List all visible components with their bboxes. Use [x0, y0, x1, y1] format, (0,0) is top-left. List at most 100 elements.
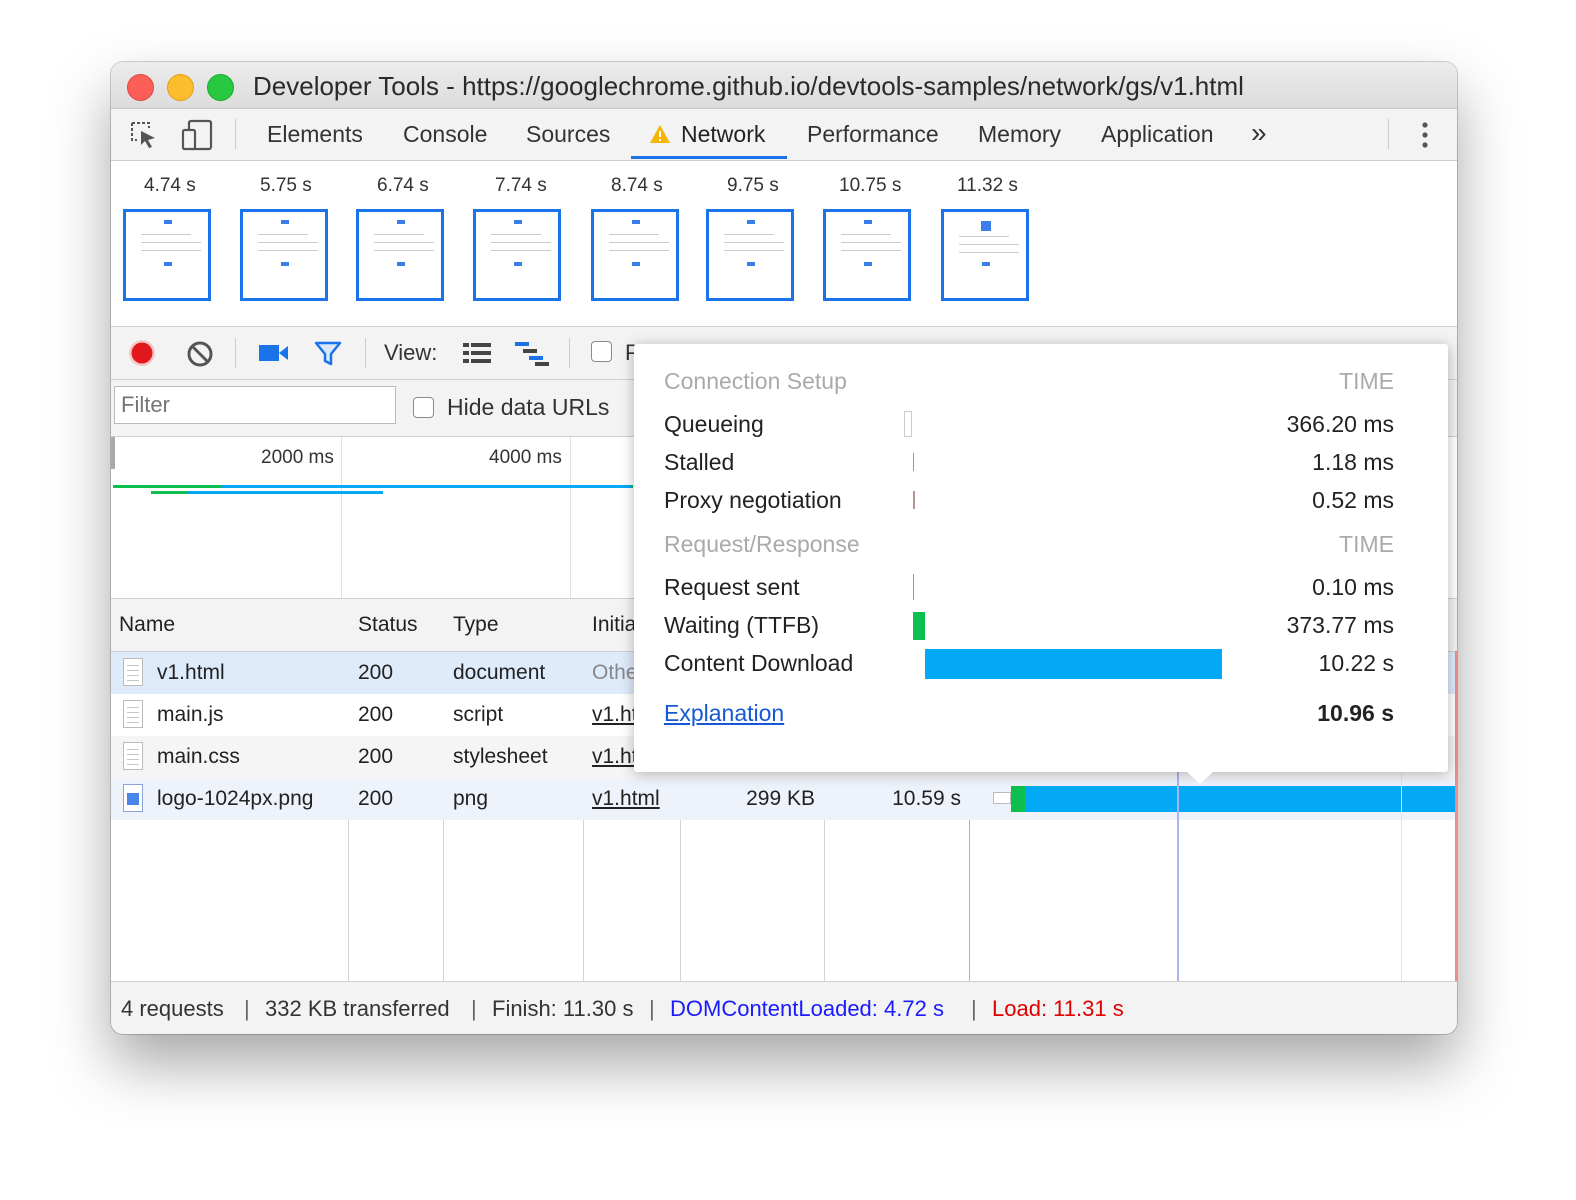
timing-total-row: Explanation 10.96 s — [664, 700, 1394, 732]
tab-memory[interactable]: Memory — [978, 121, 1061, 148]
tab-performance[interactable]: Performance — [807, 121, 939, 148]
request-size: 299 KB — [746, 787, 815, 810]
explanation-link[interactable]: Explanation — [664, 700, 784, 727]
request-type: stylesheet — [453, 745, 548, 768]
tab-separator — [1388, 119, 1389, 149]
timing-value: 373.77 ms — [1286, 612, 1394, 638]
load-marker — [1455, 651, 1457, 981]
capture-screenshots-icon[interactable] — [259, 343, 289, 363]
request-name: main.css — [157, 745, 240, 768]
document-file-icon — [123, 658, 143, 686]
frame-time: 5.75 s — [260, 175, 312, 196]
network-summary-bar: 4 requests | 332 KB transferred | Finish… — [111, 981, 1457, 1034]
record-icon[interactable] — [128, 339, 156, 367]
timing-value: 1.18 ms — [1312, 449, 1394, 475]
toolbar-separator — [235, 338, 236, 368]
column-header-status[interactable]: Status — [358, 613, 418, 637]
request-status: 200 — [358, 745, 394, 768]
overview-handle[interactable] — [111, 437, 115, 469]
screenshot-thumbnail[interactable] — [240, 209, 328, 301]
timing-row-request-sent: Request sent 0.10 ms — [664, 574, 1394, 606]
timing-label: Proxy negotiation — [664, 487, 842, 513]
tab-network[interactable]: Network — [681, 121, 765, 148]
transferred-size: 332 KB transferred — [265, 996, 450, 1021]
ttfb-bar — [913, 612, 925, 640]
preserve-log-checkbox[interactable] — [591, 341, 612, 362]
frame-time: 9.75 s — [727, 175, 779, 196]
request-initiator-link[interactable]: v1.ht — [592, 745, 638, 769]
tab-sources[interactable]: Sources — [526, 121, 610, 148]
request-name: main.js — [157, 703, 224, 726]
minimize-window-button[interactable] — [167, 74, 194, 101]
tab-elements[interactable]: Elements — [267, 121, 363, 148]
kebab-menu-icon[interactable] — [1418, 120, 1432, 150]
filter-icon[interactable] — [314, 341, 342, 367]
active-tab-indicator — [631, 156, 787, 159]
screenshot-thumbnail[interactable] — [473, 209, 561, 301]
timing-label: Waiting (TTFB) — [664, 612, 820, 638]
overview-load-bar — [187, 491, 383, 494]
frame-time: 8.74 s — [611, 175, 663, 196]
tab-application[interactable]: Application — [1101, 121, 1214, 148]
column-header-initiator[interactable]: Initia — [592, 613, 636, 637]
column-header-name[interactable]: Name — [119, 613, 175, 637]
large-rows-icon[interactable] — [463, 342, 493, 364]
timing-value: 10.22 s — [1318, 650, 1394, 676]
screenshot-thumbnail[interactable] — [356, 209, 444, 301]
request-initiator-link[interactable]: v1.ht — [592, 703, 638, 727]
timing-label: Content Download — [664, 650, 854, 676]
status-separator: | — [649, 996, 655, 1021]
overview-load-bar — [151, 491, 187, 494]
window-title: Developer Tools - https://googlechrome.g… — [253, 71, 1244, 101]
timing-row-ttfb: Waiting (TTFB) 373.77 ms — [664, 612, 1394, 644]
request-initiator-link[interactable]: v1.html — [592, 787, 660, 811]
timing-row-queueing: Queueing 366.20 ms — [664, 411, 1394, 443]
toolbar-separator — [365, 338, 366, 368]
overview-tick: 2000 ms — [261, 447, 334, 468]
screenshot-thumbnail[interactable] — [941, 209, 1029, 301]
frame-time: 4.74 s — [144, 175, 196, 196]
inspect-element-icon[interactable] — [129, 120, 159, 150]
close-window-button[interactable] — [127, 74, 154, 101]
screenshot-thumbnail[interactable] — [123, 209, 211, 301]
filter-input[interactable] — [114, 386, 396, 424]
more-tabs-chevron-icon[interactable]: » — [1251, 117, 1267, 149]
hide-data-urls-label: Hide data URLs — [447, 394, 610, 420]
column-header-type[interactable]: Type — [453, 613, 499, 637]
waterfall-download-segment[interactable] — [1025, 786, 1457, 812]
status-separator: | — [471, 996, 477, 1021]
timing-value: 366.20 ms — [1286, 411, 1394, 437]
screenshot-thumbnail[interactable] — [823, 209, 911, 301]
load-time: Load: 11.31 s — [992, 996, 1124, 1021]
screenshot-thumbnail[interactable] — [591, 209, 679, 301]
connection-setup-header: Connection Setup TIME — [664, 368, 1394, 400]
request-name: v1.html — [157, 661, 225, 684]
frame-time: 7.74 s — [495, 175, 547, 196]
proxy-bar — [913, 491, 915, 509]
overview-gridline — [341, 437, 342, 598]
finish-time: Finish: 11.30 s — [492, 996, 634, 1021]
clear-icon[interactable] — [186, 340, 214, 368]
waterfall-view-icon[interactable] — [515, 341, 551, 367]
time-column-header: TIME — [1339, 531, 1394, 557]
timing-value: 0.52 ms — [1312, 487, 1394, 513]
overview-tick: 4000 ms — [489, 447, 562, 468]
request-type: png — [453, 787, 489, 810]
table-row[interactable]: logo-1024px.png 200 png v1.html 299 KB 1… — [111, 778, 1457, 820]
zoom-window-button[interactable] — [207, 74, 234, 101]
device-toolbar-icon[interactable] — [181, 118, 215, 152]
request-type: script — [453, 703, 504, 726]
timing-label: Queueing — [664, 411, 764, 437]
stylesheet-file-icon — [123, 742, 143, 770]
queueing-bar — [904, 411, 912, 437]
hide-data-urls-checkbox[interactable] — [413, 397, 434, 418]
tab-console[interactable]: Console — [403, 121, 487, 148]
overview-load-bar — [221, 485, 631, 488]
popover-arrow — [1186, 771, 1214, 784]
request-status: 200 — [358, 661, 394, 684]
script-file-icon — [123, 700, 143, 728]
request-status: 200 — [358, 787, 394, 810]
screenshot-thumbnail[interactable] — [706, 209, 794, 301]
overview-gridline — [570, 437, 571, 598]
request-name: logo-1024px.png — [157, 787, 314, 810]
